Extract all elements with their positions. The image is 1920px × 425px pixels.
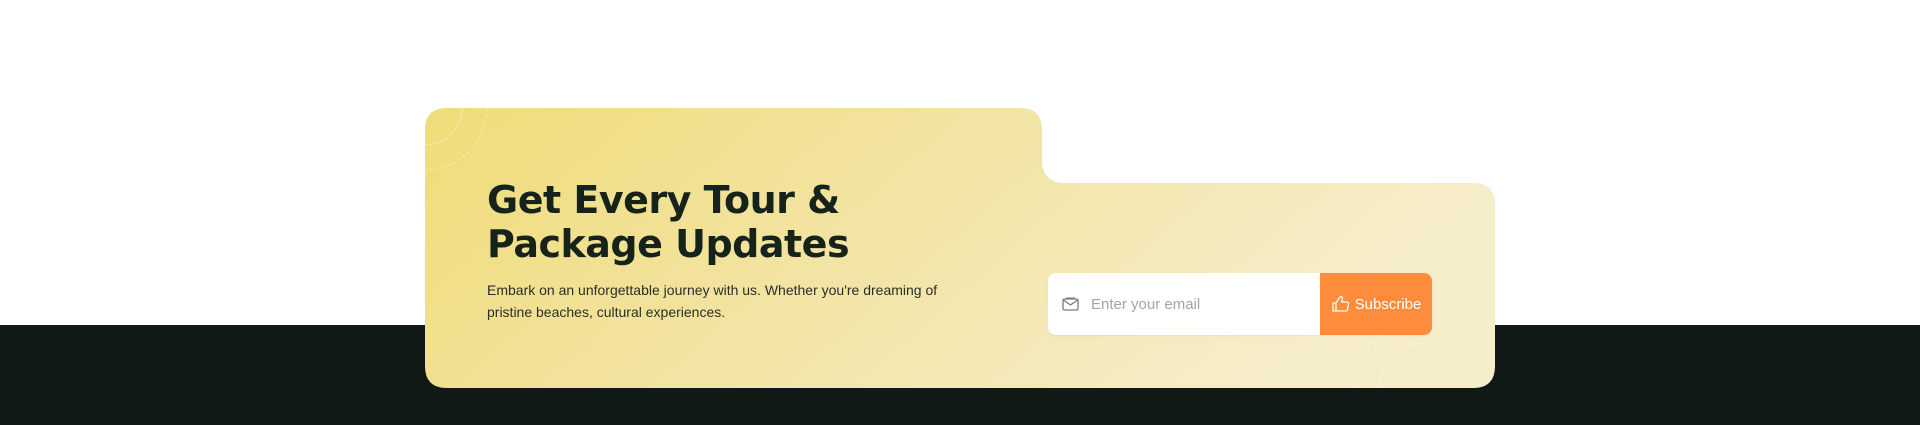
heading-line-1: Get Every Tour & <box>487 178 840 222</box>
subscribe-label: Subscribe <box>1354 295 1422 313</box>
newsletter-description: Embark on an unforgettable journey with … <box>487 279 937 323</box>
email-input[interactable] <box>1089 294 1313 314</box>
envelope-icon <box>1062 297 1079 311</box>
description-line-1: Embark on an unforgettable journey with … <box>487 282 938 298</box>
description-line-2: pristine beaches, cultural experiences. <box>487 304 726 320</box>
thumbs-up-icon <box>1331 294 1351 314</box>
subscribe-button[interactable]: Subscribe <box>1320 273 1432 335</box>
subscribe-form: Subscribe <box>1048 273 1432 335</box>
email-field-wrapper[interactable] <box>1048 273 1320 335</box>
heading-line-2: Package Updates <box>487 222 850 266</box>
newsletter-card: Get Every Tour & Package Updates Embark … <box>425 108 1495 388</box>
newsletter-heading: Get Every Tour & Package Updates <box>487 178 850 266</box>
